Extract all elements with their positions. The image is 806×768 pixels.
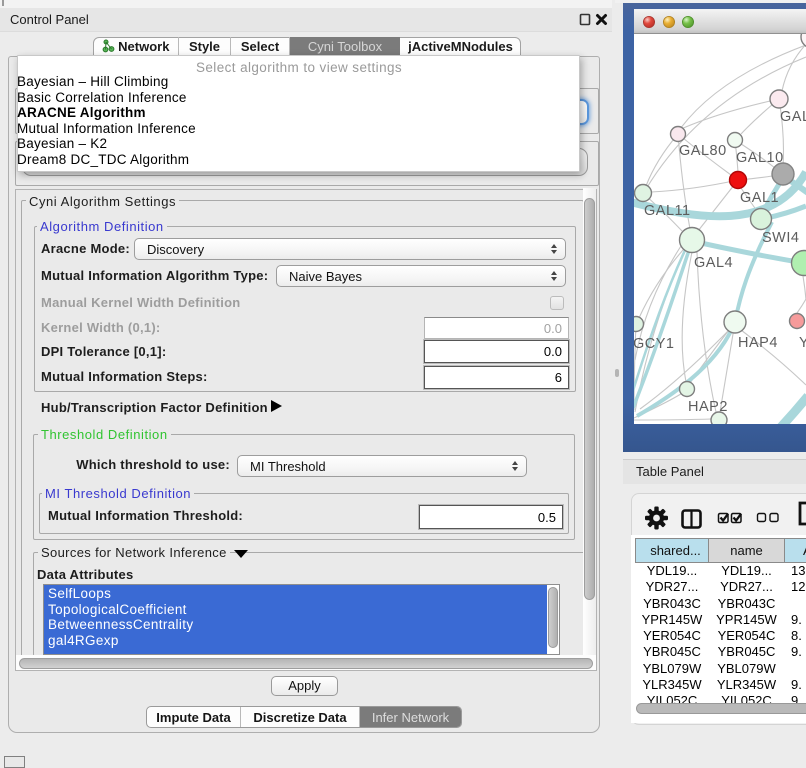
svg-text:SWI4: SWI4 <box>762 230 799 246</box>
svg-text:GAL10: GAL10 <box>736 150 784 166</box>
svg-text:HAP4: HAP4 <box>738 335 778 351</box>
svg-text:GAL4: GAL4 <box>694 255 733 271</box>
svg-text:GAL80: GAL80 <box>679 143 727 159</box>
svg-text:HAP2: HAP2 <box>688 399 728 415</box>
svg-text:YJ: YJ <box>799 335 806 351</box>
svg-text:GAL7: GAL7 <box>780 109 806 125</box>
svg-text:GCY1: GCY1 <box>634 336 675 352</box>
svg-text:GAL1: GAL1 <box>740 190 779 206</box>
svg-text:GAL11: GAL11 <box>644 203 691 219</box>
